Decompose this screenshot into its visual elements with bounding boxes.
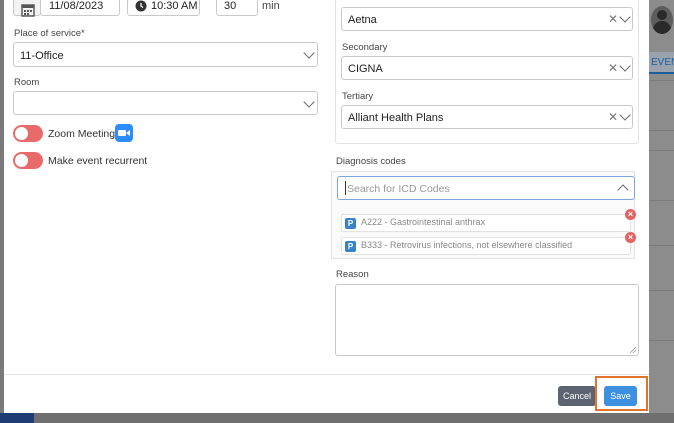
icd-code-text: A222 - Gastrointestinal anthrax: [361, 217, 486, 227]
chevron-up-icon: [617, 184, 629, 196]
footer-divider: [4, 374, 649, 375]
tertiary-insurance-value: Alliant Health Plans: [348, 112, 444, 124]
calendar-addon[interactable]: [13, 0, 41, 17]
resize-handle-icon[interactable]: [630, 347, 636, 353]
diagnosis-codes-label: Diagnosis codes: [336, 156, 406, 167]
calendar-icon: [21, 4, 35, 17]
reason-textarea[interactable]: [335, 284, 639, 356]
toggle-knob: [15, 127, 28, 140]
remove-code-icon[interactable]: ×: [625, 209, 636, 220]
date-value: 11/08/2023: [49, 0, 104, 12]
recurrent-event-toggle[interactable]: [13, 152, 43, 169]
secondary-insurance-label: Secondary: [342, 42, 388, 53]
secondary-insurance-select[interactable]: CIGNA ✕: [341, 56, 633, 80]
primary-badge: P: [345, 241, 356, 252]
chevron-down-icon: [619, 109, 631, 121]
toggle-knob: [15, 154, 28, 167]
icd-code-item: P A222 - Gastrointestinal anthrax: [341, 214, 631, 232]
time-value: 10:30 AM: [151, 0, 198, 12]
duration-unit: min: [262, 0, 280, 12]
icd-search-input[interactable]: Search for ICD Codes: [337, 176, 635, 200]
zoom-meeting-toggle[interactable]: [13, 125, 43, 142]
zoom-meeting-label: Zoom Meeting: [48, 128, 116, 140]
primary-insurance-value: Aetna: [348, 14, 377, 26]
clear-icon[interactable]: ✕: [608, 111, 618, 123]
clear-icon[interactable]: ✕: [608, 62, 618, 74]
text-cursor: [345, 181, 346, 195]
bg-divider: [649, 130, 674, 131]
place-of-service-value: 11-Office: [20, 50, 64, 62]
icd-code-item: P B333 - Retrovirus infections, not else…: [341, 237, 631, 255]
secondary-insurance-value: CIGNA: [348, 63, 383, 75]
duration-value: 30: [224, 0, 237, 12]
recurrent-event-label: Make event recurrent: [48, 155, 148, 167]
clock-icon: [135, 0, 147, 12]
bg-divider: [649, 200, 674, 201]
clear-icon[interactable]: ✕: [608, 13, 618, 25]
bg-divider: [649, 340, 674, 341]
remove-code-icon[interactable]: ×: [625, 232, 636, 243]
room-select[interactable]: [13, 91, 318, 115]
primary-insurance-select[interactable]: Aetna ✕: [341, 7, 633, 31]
room-label: Room: [14, 77, 40, 88]
duration-input[interactable]: 30: [216, 0, 258, 16]
chevron-down-icon: [619, 11, 631, 23]
bg-divider: [649, 290, 674, 291]
icd-code-text: B333 - Retrovirus infections, not elsewh…: [361, 240, 573, 250]
date-input[interactable]: 11/08/2023: [40, 0, 120, 16]
zoom-camera-icon: [115, 124, 133, 142]
chevron-down-icon: [303, 96, 315, 108]
chevron-down-icon: [303, 47, 315, 59]
cancel-button[interactable]: Cancel: [558, 386, 596, 406]
chevron-down-icon: [619, 60, 631, 72]
bg-divider: [649, 245, 674, 246]
reason-label: Reason: [336, 269, 369, 280]
place-of-service-label: Place of service*: [14, 28, 85, 39]
bg-nav-block: [0, 413, 34, 423]
tertiary-insurance-label: Tertiary: [342, 91, 374, 102]
avatar-icon: [651, 6, 673, 34]
event-tab: EVENT: [649, 52, 674, 74]
bg-divider: [649, 80, 674, 81]
place-of-service-select[interactable]: 11-Office: [13, 42, 318, 67]
background-bottom-bar: [0, 413, 674, 423]
primary-badge: P: [345, 218, 356, 229]
bg-divider: [649, 150, 674, 151]
time-input[interactable]: 10:30 AM: [127, 0, 200, 16]
icd-search-placeholder: Search for ICD Codes: [347, 183, 450, 195]
save-highlight-box: [595, 376, 648, 411]
tertiary-insurance-select[interactable]: Alliant Health Plans ✕: [341, 105, 633, 129]
